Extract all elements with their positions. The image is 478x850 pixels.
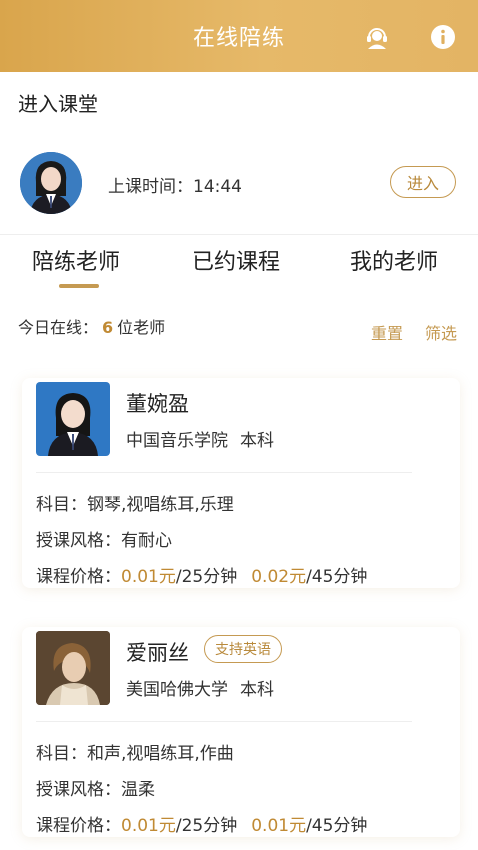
online-prefix: 今日在线：	[18, 318, 99, 337]
card-divider	[36, 472, 412, 473]
teacher-card[interactable]: 爱丽丝 支持英语 美国哈佛大学 本科 科目：和声,视唱练耳,作曲 授课风格：温柔 …	[22, 627, 460, 837]
price-25: 0.01元	[121, 816, 176, 836]
filter-link[interactable]: 筛选	[425, 320, 457, 344]
online-count-value: 6	[102, 318, 114, 337]
degree-label: 本科	[240, 680, 274, 700]
style-value: 温柔	[121, 780, 155, 800]
active-tab-indicator	[59, 284, 99, 288]
price-label: 课程价格：	[36, 567, 121, 587]
duration-45: /45分钟	[306, 816, 368, 836]
teaching-style: 授课风格：温柔	[36, 775, 155, 800]
reset-filter-link[interactable]: 重置	[371, 320, 403, 344]
style-label: 授课风格：	[36, 531, 121, 551]
app-header: 在线陪练	[0, 0, 478, 72]
subject-value: 和声,视唱练耳,作曲	[87, 744, 234, 764]
price-45: 0.02元	[251, 567, 307, 587]
price-label: 课程价格：	[36, 816, 121, 836]
teacher-subjects: 科目：和声,视唱练耳,作曲	[36, 739, 234, 764]
style-value: 有耐心	[121, 531, 172, 551]
subject-label: 科目：	[36, 744, 87, 764]
teacher-school: 美国哈佛大学 本科	[126, 675, 274, 700]
duration-25: /25分钟	[175, 816, 238, 836]
tab-practice-teachers[interactable]: 陪练老师	[32, 244, 120, 276]
class-entry-row: 上课时间：14:44 进入	[0, 148, 478, 218]
style-label: 授课风格：	[36, 780, 121, 800]
subject-value: 钢琴,视唱练耳,乐理	[87, 495, 234, 515]
tab-booked-courses[interactable]: 已约课程	[192, 244, 280, 276]
teacher-subjects: 科目：钢琴,视唱练耳,乐理	[36, 490, 234, 515]
enter-classroom-button[interactable]: 进入	[390, 166, 456, 198]
duration-45: /45分钟	[306, 567, 368, 587]
course-price: 课程价格：0.01元/25分钟 0.02元/45分钟	[36, 562, 367, 587]
price-45: 0.01元	[251, 816, 307, 836]
school-name: 中国音乐学院	[126, 431, 228, 451]
school-name: 美国哈佛大学	[126, 680, 228, 700]
avatar	[20, 152, 82, 214]
teacher-name: 董婉盈	[126, 392, 189, 416]
class-time-text: 上课时间：14:44	[108, 177, 242, 197]
duration-25: /25分钟	[175, 567, 238, 587]
price-25: 0.01元	[121, 567, 176, 587]
card-divider	[36, 721, 412, 722]
teacher-card[interactable]: 董婉盈 中国音乐学院 本科 科目：钢琴,视唱练耳,乐理 授课风格：有耐心 课程价格…	[22, 378, 460, 588]
classroom-section-title: 进入课堂	[18, 92, 98, 116]
customer-service-icon[interactable]	[364, 24, 390, 50]
online-teachers-count: 今日在线： 6 位老师	[18, 314, 165, 338]
teacher-school: 中国音乐学院 本科	[126, 426, 274, 451]
subject-label: 科目：	[36, 495, 87, 515]
section-divider	[0, 234, 478, 235]
course-price: 课程价格：0.01元/25分钟 0.01元/45分钟	[36, 811, 367, 836]
page-title: 在线陪练	[192, 26, 285, 51]
teacher-photo	[36, 631, 110, 705]
info-icon[interactable]	[430, 24, 456, 50]
teaching-style: 授课风格：有耐心	[36, 526, 172, 551]
english-support-badge: 支持英语	[204, 635, 282, 663]
online-suffix: 位老师	[117, 318, 166, 337]
degree-label: 本科	[240, 431, 274, 451]
tab-my-teachers[interactable]: 我的老师	[350, 244, 438, 276]
teacher-name: 爱丽丝	[126, 641, 189, 665]
teacher-photo	[36, 382, 110, 456]
